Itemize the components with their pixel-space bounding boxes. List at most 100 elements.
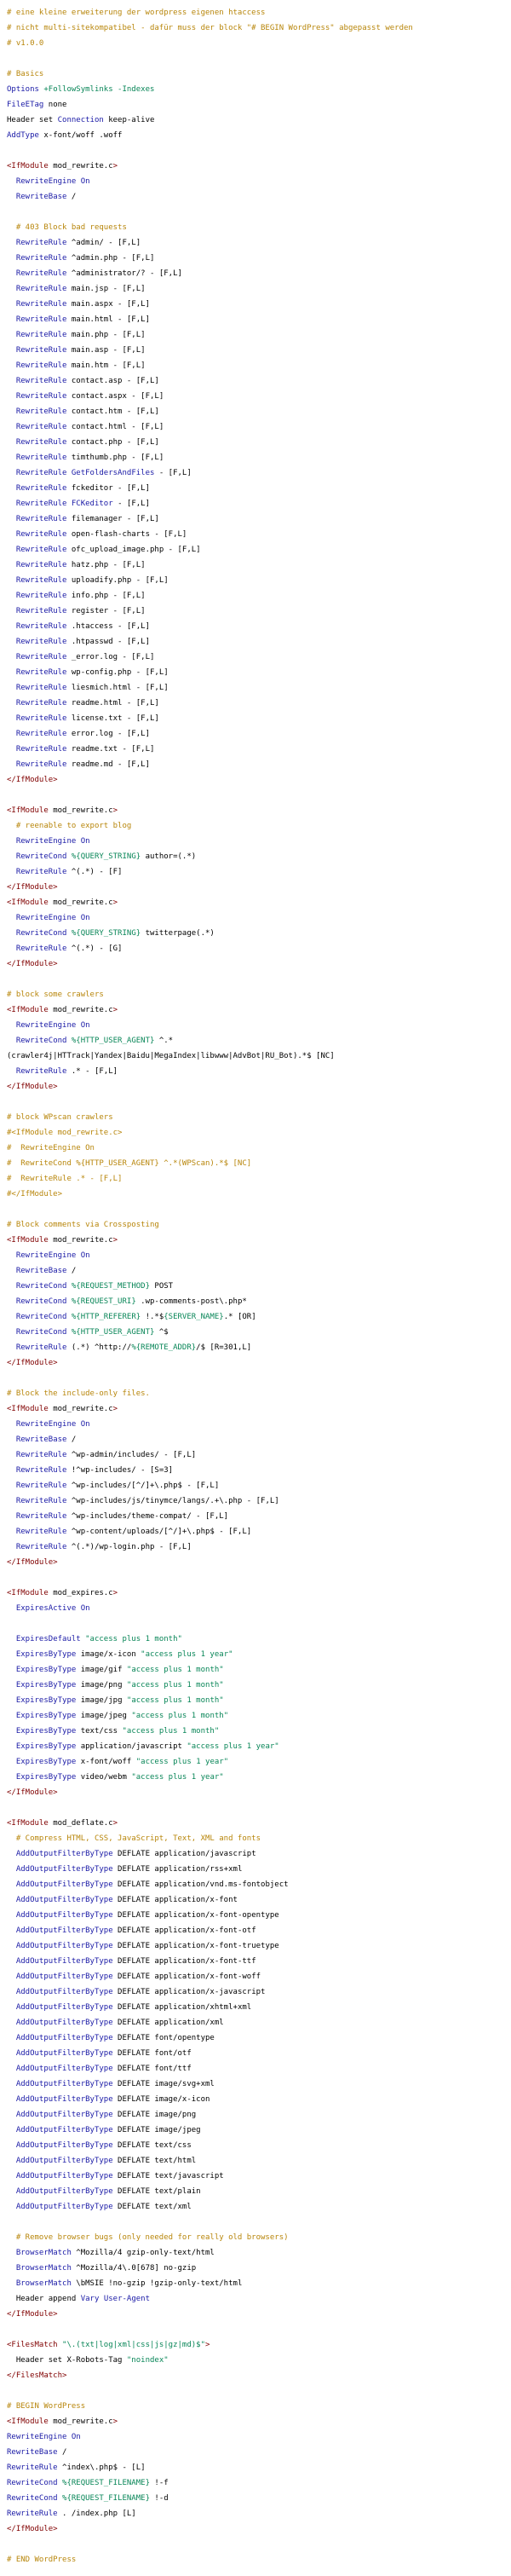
code-line: RewriteRule readme.txt - [F,L] bbox=[7, 742, 504, 757]
code-token: "access plus 1 month" bbox=[85, 1635, 182, 1643]
code-token: ^(.*) - [G] bbox=[66, 944, 123, 953]
code-token: DEFLATE font/ttf bbox=[112, 2065, 192, 2073]
code-token: ^(.*)/wp-login.php - [F,L] bbox=[66, 1543, 192, 1551]
code-token: </IfModule> bbox=[7, 1788, 58, 1797]
code-token: wp-config.php - [F,L] bbox=[66, 668, 169, 677]
code-token: license.txt - [F,L] bbox=[66, 714, 159, 723]
code-line: AddOutputFilterByType DEFLATE applicatio… bbox=[7, 1846, 504, 1862]
code-token: <FilesMatch bbox=[7, 2341, 58, 2349]
code-token: On bbox=[80, 1604, 90, 1613]
code-token: ^(.*) - [F] bbox=[66, 868, 123, 876]
code-token: contact.php - [F,L] bbox=[66, 438, 159, 447]
code-token: RewriteRule bbox=[15, 607, 67, 615]
code-line: RewriteBase / bbox=[7, 1263, 504, 1279]
code-line: AddType x-font/woff .woff bbox=[7, 128, 504, 143]
code-line: AddOutputFilterByType DEFLATE applicatio… bbox=[7, 1862, 504, 1877]
code-line: RewriteRule timthumb.php - [F,L] bbox=[7, 450, 504, 465]
code-token: > bbox=[112, 162, 118, 170]
code-line: RewriteCond %{REQUEST_URI} .wp-comments-… bbox=[7, 1294, 504, 1309]
code-token: ^wp-includes/[^/]+\.php$ - [F,L] bbox=[66, 1481, 220, 1490]
code-token: RewriteEngine bbox=[15, 177, 77, 186]
code-token: RewriteRule bbox=[15, 1067, 67, 1076]
code-token: AddOutputFilterByType bbox=[15, 2203, 113, 2211]
code-token: AddOutputFilterByType bbox=[15, 2126, 113, 2134]
code-line: # BEGIN WordPress bbox=[7, 2399, 504, 2414]
code-line: Header append Vary User-Agent bbox=[7, 2291, 504, 2307]
code-line: RewriteRule contact.php - [F,L] bbox=[7, 435, 504, 450]
code-token: > bbox=[112, 898, 118, 907]
code-line: RewriteRule readme.md - [F,L] bbox=[7, 757, 504, 772]
code-line: RewriteRule ^(.*)/wp-login.php - [F,L] bbox=[7, 1539, 504, 1555]
code-line: ExpiresByType video/webm "access plus 1 … bbox=[7, 1770, 504, 1785]
code-line: ExpiresDefault "access plus 1 month" bbox=[7, 1632, 504, 1647]
code-token: mod_rewrite.c bbox=[48, 1405, 113, 1413]
code-line: RewriteRule open-flash-charts - [F,L] bbox=[7, 527, 504, 542]
code-token: RewriteRule bbox=[15, 730, 67, 738]
code-token: RewriteRule bbox=[15, 592, 67, 600]
code-line: BrowserMatch ^Mozilla/4 gzip-only-text/h… bbox=[7, 2245, 504, 2261]
code-token: AddOutputFilterByType bbox=[15, 2141, 113, 2150]
code-line: ExpiresByType image/png "access plus 1 m… bbox=[7, 1678, 504, 1693]
code-line: RewriteEngine On bbox=[7, 834, 504, 849]
code-token: "access plus 1 month" bbox=[126, 1666, 224, 1674]
code-line: RewriteCond %{HTTP_USER_AGENT} ^$ bbox=[7, 1325, 504, 1340]
code-token: RewriteRule bbox=[15, 944, 67, 953]
code-token: image/png bbox=[76, 1681, 127, 1689]
code-token: %{REQUEST_METHOD} bbox=[71, 1282, 150, 1291]
code-token: RewriteRule bbox=[15, 300, 67, 309]
code-token: DEFLATE application/x-font-woff bbox=[112, 1972, 261, 1981]
code-token: ^wp-admin/includes/ - [F,L] bbox=[66, 1451, 197, 1459]
code-line: ExpiresByType text/css "access plus 1 mo… bbox=[7, 1724, 504, 1739]
code-token: register - [F,L] bbox=[66, 607, 146, 615]
code-line: RewriteRule filemanager - [F,L] bbox=[7, 511, 504, 527]
code-line: RewriteRule ^wp-admin/includes/ - [F,L] bbox=[7, 1447, 504, 1463]
code-token: On bbox=[80, 1251, 90, 1260]
code-token: +FollowSymlinks -Indexes bbox=[43, 85, 155, 94]
code-line: # Compress HTML, CSS, JavaScript, Text, … bbox=[7, 1831, 504, 1846]
code-token: RewriteCond bbox=[7, 2494, 58, 2503]
code-token: RewriteEngine bbox=[15, 1021, 77, 1030]
code-line: RewriteRule ^index\.php$ - [L] bbox=[7, 2460, 504, 2475]
code-token: (crawler4j|HTTrack|Yandex|Baidu|MegaInde… bbox=[7, 1052, 335, 1060]
code-token: # Block comments via Crossposting bbox=[7, 1221, 159, 1229]
code-token: AddOutputFilterByType bbox=[15, 1972, 113, 1981]
code-token: AddOutputFilterByType bbox=[15, 2080, 113, 2088]
code-token: - [F,L] bbox=[154, 469, 192, 477]
code-token: RewriteCond bbox=[7, 2479, 58, 2487]
code-line: FileETag none bbox=[7, 97, 504, 113]
code-token: </IfModule> bbox=[7, 2310, 58, 2319]
code-line: RewriteRule info.php - [F,L] bbox=[7, 588, 504, 604]
code-token: AddOutputFilterByType bbox=[15, 2157, 113, 2165]
code-token: !.*$ bbox=[141, 1313, 164, 1321]
code-token: FileETag bbox=[7, 101, 44, 109]
code-token: video/webm bbox=[76, 1773, 132, 1782]
code-line: AddOutputFilterByType DEFLATE applicatio… bbox=[7, 1923, 504, 1938]
code-token: Connection bbox=[57, 116, 104, 124]
